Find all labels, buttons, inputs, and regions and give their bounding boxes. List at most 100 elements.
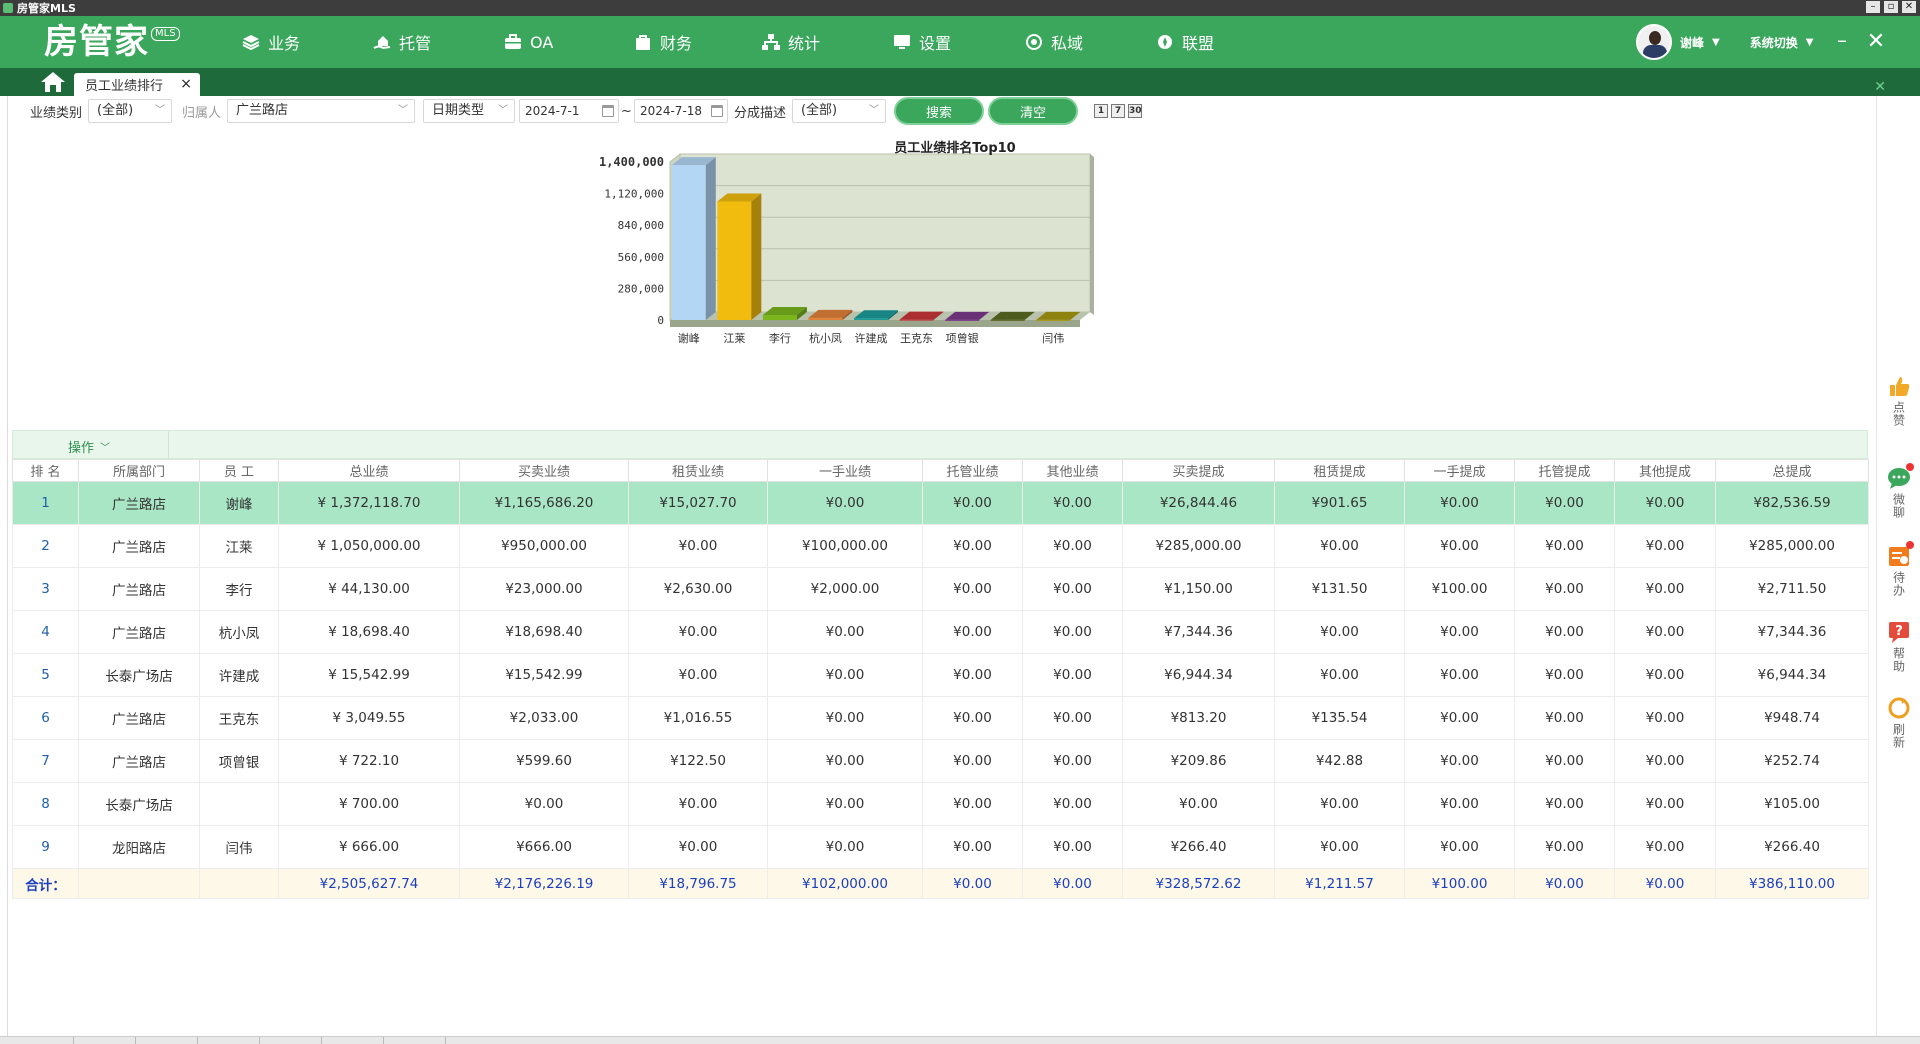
date-type-select[interactable]: 日期类型 ﹀	[423, 99, 516, 123]
nav-label-private-domain: 私域	[1051, 34, 1084, 53]
dock-chat[interactable]: 微聊	[1877, 463, 1920, 519]
table-row[interactable]: 1 广兰路店 谢峰 ¥ 1,372,118.70 ¥1,165,686.20 ¥15,02…	[12, 481, 1869, 525]
column-header[interactable]: 托管业绩	[922, 459, 1023, 482]
column-header[interactable]: 托管提成	[1514, 459, 1615, 482]
table-row[interactable]: 7 广兰路店 项曾银 ¥ 722.10 ¥599.60 ¥122.50 ¥0.00 ¥0.00…	[12, 739, 1869, 783]
table-cell: 龙阳路店	[78, 825, 200, 869]
table-cell: ¥105.00	[1715, 782, 1869, 826]
table-cell: ¥0.00	[1614, 825, 1716, 869]
rank-cell: 5	[12, 653, 79, 697]
table-row[interactable]: 4 广兰路店 杭小凤 ¥ 18,698.40 ¥18,698.40 ¥0.00 ¥0.00 ¥…	[12, 610, 1869, 654]
calendar-icon[interactable]	[710, 105, 723, 117]
column-header[interactable]: 一手业绩	[767, 459, 923, 482]
window-close-button[interactable]: ✕	[1902, 1, 1916, 13]
org-chart-icon	[762, 33, 780, 51]
table-row[interactable]: 8 长泰广场店 ¥ 700.00 ¥0.00 ¥0.00 ¥0.00 ¥0.00 ¥0.00 ¥…	[12, 782, 1869, 826]
table-cell: 谢峰	[199, 481, 279, 525]
column-header[interactable]: 买卖提成	[1122, 459, 1275, 482]
table-row[interactable]: 3 广兰路店 李行 ¥ 44,130.00 ¥23,000.00 ¥2,630.00 ¥2,…	[12, 567, 1869, 611]
date-to-input[interactable]: 2024-7-18	[633, 99, 728, 123]
tab-label: 员工业绩排行	[85, 79, 164, 94]
calendar-icon[interactable]	[602, 105, 615, 117]
column-header[interactable]: 租赁业绩	[628, 459, 768, 482]
nav-item-finance[interactable]: 财务	[634, 16, 692, 68]
window-minimize-button[interactable]: –	[1866, 1, 1880, 13]
window-controls: – ▫ ✕	[1866, 1, 1916, 13]
nav-item-oa[interactable]: OA	[504, 16, 553, 68]
column-header[interactable]: 租赁提成	[1274, 459, 1405, 482]
rank-cell: 2	[12, 524, 79, 568]
column-header[interactable]: 员 工	[199, 459, 279, 482]
clear-button[interactable]: 清空	[987, 97, 1078, 125]
tab-close-icon[interactable]: ×	[180, 76, 192, 92]
table-cell: ¥0.00	[767, 481, 923, 525]
close-icon[interactable]: ✕	[1866, 30, 1886, 54]
nav-item-alliance[interactable]: 联盟	[1156, 16, 1214, 68]
left-divider	[7, 96, 8, 1036]
minimize-icon[interactable]: –	[1834, 30, 1850, 50]
nav-item-statistics[interactable]: 统计	[762, 16, 820, 68]
dock-todo[interactable]: 待办	[1877, 541, 1920, 597]
column-header[interactable]: 总提成	[1715, 459, 1869, 482]
range-7-day-button[interactable]: 7	[1110, 104, 1125, 118]
table-cell: 闫伟	[199, 825, 279, 869]
table-cell: ¥0.00	[1614, 739, 1716, 783]
x-tick-label: 许建成	[855, 331, 888, 345]
column-header[interactable]: 其他提成	[1614, 459, 1716, 482]
tab-employee-ranking[interactable]: 员工业绩排行 ×	[74, 73, 200, 96]
bar[interactable]	[717, 193, 762, 321]
bar[interactable]	[671, 157, 716, 320]
nav-item-custody[interactable]: 托管	[373, 16, 431, 68]
table-cell: ¥948.74	[1715, 696, 1869, 740]
range-1-day-button[interactable]: 1	[1093, 104, 1108, 118]
date-from-input[interactable]: 2024-7-1	[519, 99, 620, 123]
search-button[interactable]: 搜索	[893, 97, 984, 125]
dock-like[interactable]: 点赞	[1877, 374, 1920, 427]
column-header[interactable]: 一手提成	[1404, 459, 1515, 482]
column-header[interactable]: 所属部门	[78, 459, 200, 482]
category-select[interactable]: (全部) ﹀	[88, 99, 173, 123]
table-cell: 长泰广场店	[78, 653, 200, 697]
table-cell: ¥0.00	[1274, 610, 1405, 654]
user-name[interactable]: 谢峰	[1680, 34, 1704, 51]
dock-chat-label: 微聊	[1891, 493, 1906, 519]
user-menu[interactable]: 谢峰 ▼ 系统切换 ▼	[1636, 24, 1813, 60]
table-cell: ¥0.00	[1514, 653, 1615, 697]
range-30-day-button[interactable]: 30	[1127, 104, 1142, 118]
total-cell: ¥0.00	[1514, 868, 1615, 899]
nav-item-private-domain[interactable]: 私域	[1025, 16, 1083, 68]
table-cell: ¥599.60	[459, 739, 629, 783]
split-select[interactable]: (全部) ﹀	[791, 99, 886, 123]
nav-item-business[interactable]: 业务	[242, 16, 300, 68]
table-cell: ¥0.00	[1022, 481, 1123, 525]
table-cell: ¥0.00	[1022, 696, 1123, 740]
table-cell: ¥0.00	[1614, 524, 1716, 568]
owner-select[interactable]: 广兰路店 ﹀	[227, 99, 416, 123]
table-row[interactable]: 9 龙阳路店 闫伟 ¥ 666.00 ¥666.00 ¥0.00 ¥0.00 ¥0.00 ¥0.…	[12, 825, 1869, 869]
dock-refresh[interactable]: 刷新	[1877, 696, 1920, 749]
column-header[interactable]: 总业绩	[278, 459, 460, 482]
dock-help[interactable]: ? 帮助	[1877, 620, 1920, 673]
table-row[interactable]: 5 长泰广场店 许建成 ¥ 15,542.99 ¥15,542.99 ¥0.00 ¥0.00…	[12, 653, 1869, 697]
system-switch-button[interactable]: 系统切换	[1750, 34, 1798, 51]
table-row[interactable]: 2 广兰路店 江莱 ¥ 1,050,000.00 ¥950,000.00 ¥0.00 ¥10…	[12, 524, 1869, 568]
chevron-down-icon[interactable]: ▼	[1806, 37, 1814, 48]
table-row[interactable]: 6 广兰路店 王克东 ¥ 3,049.55 ¥2,033.00 ¥1,016.55 ¥0.0…	[12, 696, 1869, 740]
nav-item-settings[interactable]: 设置	[893, 16, 951, 68]
window-restore-button[interactable]: ▫	[1884, 1, 1898, 13]
dock-refresh-label: 刷新	[1891, 723, 1906, 749]
operations-menu[interactable]: 操作 ﹀	[68, 437, 110, 456]
todo-icon	[1887, 541, 1914, 568]
table-cell: ¥0.00	[1022, 825, 1123, 869]
avatar[interactable]	[1636, 24, 1672, 60]
chevron-down-icon[interactable]: ▼	[1712, 37, 1720, 48]
column-header[interactable]: 买卖业绩	[459, 459, 629, 482]
close-all-tabs-icon[interactable]: ✕	[1874, 79, 1886, 95]
column-header[interactable]: 排 名	[12, 459, 79, 482]
home-icon[interactable]	[40, 71, 66, 93]
table-cell: ¥0.00	[1022, 524, 1123, 568]
y-tick-label: 1,120,000	[604, 188, 664, 201]
column-header[interactable]: 其他业绩	[1022, 459, 1123, 482]
table-cell: ¥0.00	[1404, 782, 1515, 826]
table-header-row: 排 名所属部门员 工总业绩 买卖业绩 租赁业绩 一手业绩 托管业绩 其他业绩 买卖提成 租赁提…	[12, 459, 1869, 482]
